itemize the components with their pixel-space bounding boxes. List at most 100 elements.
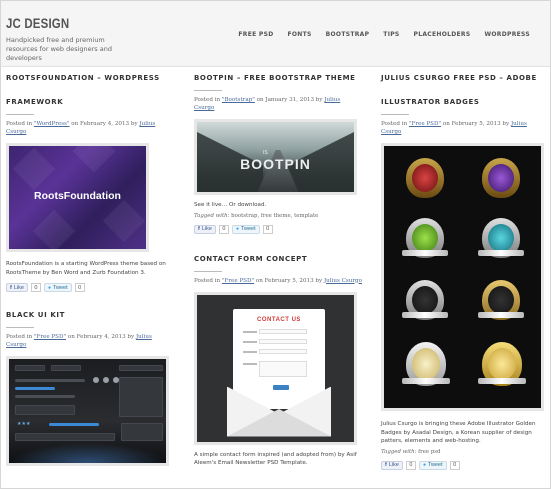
nav-item-placeholders[interactable]: PLACEHOLDERS [414, 31, 471, 38]
post-badges: JULIUS CSURGO FREE PSD – ADOBE ILLUSTRAT… [381, 69, 546, 470]
like-label: Like [201, 226, 212, 232]
main-nav: FREE PSD FONTS BOOTSTRAP TIPS PLACEHOLDE… [238, 31, 530, 38]
decor-shape [259, 348, 307, 354]
post-title-line[interactable]: JULIUS CSURGO FREE PSD – ADOBE [381, 69, 546, 88]
decor-shape [15, 405, 75, 415]
post-title[interactable]: CONTACT FORM CONCEPT [194, 250, 362, 269]
tweet-button[interactable]: ● Tweet [418, 460, 447, 470]
tweet-count: 0 [262, 224, 273, 234]
post-excerpt: RootsFoundation is a starting WordPress … [6, 261, 166, 276]
tweet-label: Tweet [240, 226, 256, 232]
like-count: 0 [405, 460, 416, 470]
post-contact-form: CONTACT FORM CONCEPT Posted in "Free PSD… [194, 250, 362, 468]
decor-shape [15, 365, 45, 371]
title-divider [6, 114, 34, 115]
post-thumbnail[interactable]: IS BOOTPIN [194, 119, 357, 195]
post-title[interactable]: ROOTSFOUNDATION – WORDPRESS FRAMEWORK [6, 69, 171, 112]
post-title-line[interactable]: ROOTSFOUNDATION – WORDPRESS [6, 69, 171, 88]
like-count: 0 [218, 224, 229, 234]
post-date: on February 5, 2013 by [255, 277, 323, 284]
category-link[interactable]: "Free PSD" [409, 121, 441, 127]
thumbnail-text: BOOTPIN [240, 156, 311, 172]
category-link[interactable]: "Bootstrap" [222, 97, 255, 103]
column-right: JULIUS CSURGO FREE PSD – ADOBE ILLUSTRAT… [381, 69, 546, 470]
meta-label: Posted in [194, 277, 221, 284]
post-title-line[interactable]: ILLUSTRATOR BADGES [381, 93, 546, 112]
site-logo[interactable]: JC DESIGN [6, 15, 69, 31]
post-thumbnail[interactable]: RootsFoundation [6, 143, 149, 252]
decor-shape [243, 362, 257, 365]
star-icon: ★★★ [17, 421, 31, 427]
post-title[interactable]: JULIUS CSURGO FREE PSD – ADOBE ILLUSTRAT… [381, 69, 546, 112]
decor-shape [488, 286, 514, 314]
facebook-like-button[interactable]: f Like [6, 283, 28, 292]
form-card: CONTACT US [233, 308, 325, 409]
tags-label: Tagged with: [194, 212, 230, 219]
post-tags: Tagged with: bootstrap, free theme, temp… [194, 213, 362, 219]
facebook-like-button[interactable]: f Like [194, 224, 216, 234]
post-meta: Posted in "Free PSD" on February 5, 2013… [381, 120, 546, 136]
decor-shape [243, 340, 257, 343]
title-divider [194, 90, 222, 91]
twitter-bird-icon: ● [47, 284, 51, 291]
post-date: on February 4, 2013 by [71, 121, 138, 127]
decor-shape [488, 224, 514, 252]
category-link[interactable]: "Free PSD" [222, 278, 254, 284]
tweet-button[interactable]: ● Tweet [231, 224, 260, 234]
decor-glow [9, 443, 166, 463]
decor-shape [412, 224, 438, 252]
tags-label: Tagged with: [381, 448, 417, 455]
nav-item-wordpress[interactable]: WORDPRESS [484, 31, 530, 38]
tweet-count: 0 [449, 460, 460, 470]
post-title-line[interactable]: FRAMEWORK [6, 93, 171, 112]
decor-shape [259, 338, 307, 344]
facebook-like-button[interactable]: f Like [381, 460, 403, 470]
decor-shape [15, 387, 55, 390]
post-meta: Posted in "Bootstrap" on January 31, 201… [194, 96, 362, 112]
post-meta: Posted in "Free PSD" on February 4, 2013… [6, 333, 171, 349]
decor-shape [103, 377, 109, 383]
post-title[interactable]: BOOTPIN – FREE BOOTSTRAP THEME [194, 69, 362, 88]
decor-shape [402, 250, 448, 256]
decor-shape [402, 378, 450, 384]
post-meta: Posted in "Free PSD" on February 5, 2013… [194, 277, 362, 285]
thumbnail-text: CONTACT US [257, 316, 301, 323]
decor-shape [412, 286, 438, 314]
column-left: ROOTSFOUNDATION – WORDPRESS FRAMEWORK Po… [6, 69, 171, 466]
decor-shape [273, 384, 289, 390]
author-link[interactable]: Julius Csurgo [324, 278, 362, 284]
tags-list[interactable]: bootstrap, free theme, template [231, 213, 318, 219]
title-divider [381, 114, 409, 115]
tweet-button[interactable]: ● Tweet [43, 283, 72, 292]
like-label: Like [388, 462, 399, 468]
tags-list[interactable]: free psd [418, 449, 440, 455]
nav-item-tips[interactable]: TIPS [383, 31, 399, 38]
post-black-ui-kit: BLACK UI KIT Posted in "Free PSD" on Feb… [6, 306, 171, 466]
social-buttons: f Like 0 ● Tweet 0 [194, 224, 362, 234]
decor-shape [243, 350, 257, 353]
post-thumbnail[interactable]: CONTACT US [194, 291, 357, 445]
decor-shape [15, 379, 85, 382]
post-thumbnail[interactable]: ★★★ [6, 356, 169, 466]
nav-item-fonts[interactable]: FONTS [288, 31, 312, 38]
badge-shape [478, 342, 526, 386]
facebook-icon: f [385, 462, 387, 468]
post-excerpt: A simple contact form inspired (and adop… [194, 451, 357, 467]
badge-shape [478, 218, 524, 258]
meta-label: Posted in [194, 97, 221, 103]
site-header: JC DESIGN Handpicked free and premium re… [1, 1, 550, 67]
decor-shape [72, 146, 116, 173]
decor-shape [15, 395, 75, 398]
post-excerpt: Julius Csurgo is bringing these Adobe Il… [381, 421, 536, 444]
category-link[interactable]: "WordPress" [34, 121, 70, 127]
nav-item-bootstrap[interactable]: BOOTSTRAP [326, 31, 370, 38]
decor-shape [488, 164, 514, 192]
post-date: on February 4, 2013 by [67, 334, 135, 340]
decor-shape [102, 199, 146, 243]
post-thumbnail[interactable] [381, 143, 544, 411]
meta-label: Posted in [6, 334, 33, 340]
post-title[interactable]: BLACK UI KIT [6, 306, 171, 325]
nav-item-free-psd[interactable]: FREE PSD [238, 31, 273, 38]
post-meta: Posted in "WordPress" on February 4, 201… [6, 120, 171, 136]
category-link[interactable]: "Free PSD" [34, 334, 66, 340]
